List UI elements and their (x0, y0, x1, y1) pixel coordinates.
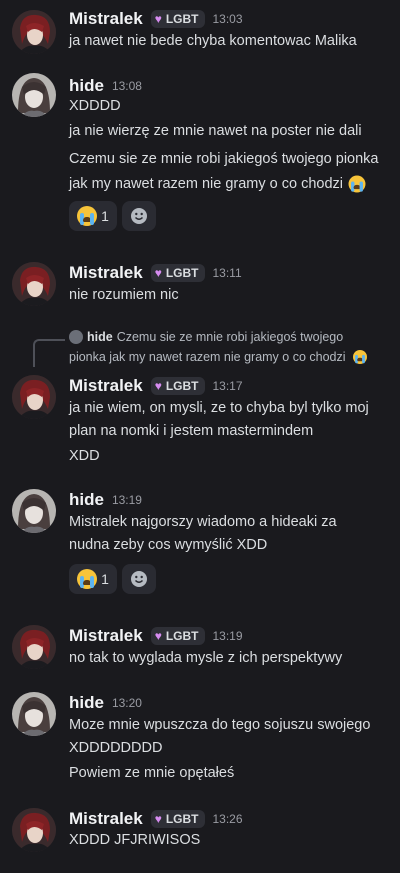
author-name[interactable]: hide (69, 76, 104, 96)
reply-preview-continued: pionka jak my nawet razem nie gramy o co… (69, 347, 370, 367)
heart-icon: ♥ (154, 379, 162, 393)
message-text-part: jak my nawet razem nie gramy o co chodzi (69, 175, 343, 192)
author-name[interactable]: Mistralek (69, 263, 143, 283)
role-tag[interactable]: ♥ LGBT (150, 627, 205, 645)
message-text: XDDDD (69, 98, 121, 114)
reply-avatar (69, 330, 83, 344)
avatar[interactable] (12, 692, 56, 736)
avatar[interactable] (12, 489, 56, 533)
message-text: XDD (69, 448, 100, 464)
message-header: Mistralek ♥ LGBT 13:17 (69, 375, 243, 397)
reaction-count: 1 (101, 571, 109, 587)
role-tag[interactable]: ♥ LGBT (150, 10, 205, 28)
message-text: nudna zeby cos wymyślić XDD (69, 537, 268, 553)
timestamp: 13:11 (212, 266, 242, 280)
avatar[interactable] (12, 808, 56, 852)
message-header: hide 13:20 (69, 692, 142, 714)
avatar[interactable] (12, 73, 56, 117)
add-reaction-icon[interactable] (122, 201, 156, 231)
reaction-count: 1 (101, 208, 109, 224)
message-text: no tak to wyglada mysle z ich perspektyw… (69, 650, 343, 666)
heart-icon: ♥ (154, 266, 162, 280)
loudly-crying-face-icon (77, 569, 98, 589)
role-tag[interactable]: ♥ LGBT (150, 377, 205, 395)
message-header: hide 13:19 (69, 489, 142, 511)
reply-preview[interactable]: hide Czemu sie ze mnie robi jakiegoś two… (69, 330, 343, 344)
author-name[interactable]: Mistralek (69, 626, 143, 646)
timestamp: 13:03 (212, 12, 243, 26)
avatar[interactable] (12, 262, 56, 306)
message-text: ja nawet nie bede chyba komentowac Malik… (69, 33, 357, 49)
message-text: jak my nawet razem nie gramy o co chodzi (69, 174, 367, 194)
timestamp: 13:17 (212, 379, 243, 393)
avatar[interactable] (12, 625, 56, 669)
message-header: Mistralek ♥ LGBT 13:11 (69, 262, 242, 284)
timestamp: 13:19 (212, 629, 243, 643)
message-text: Czemu sie ze mnie robi jakiegoś twojego … (69, 151, 379, 167)
role-tag-label: LGBT (165, 812, 199, 826)
timestamp: 13:26 (212, 812, 243, 826)
role-tag-label: LGBT (165, 266, 199, 280)
role-tag[interactable]: ♥ LGBT (150, 264, 205, 282)
heart-icon: ♥ (154, 12, 162, 26)
role-tag-label: LGBT (165, 379, 199, 393)
heart-icon: ♥ (154, 812, 162, 826)
author-name[interactable]: Mistralek (69, 809, 143, 829)
timestamp: 13:20 (111, 696, 142, 710)
reaction-button[interactable]: 1 (69, 564, 117, 594)
role-tag-label: LGBT (165, 629, 199, 643)
message-text: Powiem ze mnie opętałeś (69, 765, 235, 781)
role-tag[interactable]: ♥ LGBT (150, 810, 205, 828)
author-name[interactable]: Mistralek (69, 9, 143, 29)
timestamp: 13:08 (111, 79, 142, 93)
avatar[interactable] (12, 375, 56, 419)
message-header: Mistralek ♥ LGBT 13:26 (69, 808, 243, 830)
reply-text: pionka jak my nawet razem nie gramy o co… (69, 350, 346, 364)
loudly-crying-face-icon (352, 350, 367, 364)
reply-author: hide (87, 330, 113, 344)
reply-connector (33, 339, 65, 367)
timestamp: 13:19 (111, 493, 142, 507)
message-text: XDDDDDDDD (69, 740, 163, 756)
message-header: hide 13:08 (69, 75, 142, 97)
loudly-crying-face-icon (77, 206, 98, 226)
author-name[interactable]: hide (69, 693, 104, 713)
heart-icon: ♥ (154, 629, 162, 643)
reaction-button[interactable]: 1 (69, 201, 117, 231)
avatar[interactable] (12, 10, 56, 54)
author-name[interactable]: hide (69, 490, 104, 510)
message-text: Mistralek najgorszy wiadomo a hideaki za (69, 514, 337, 530)
message-text: Moze mnie wpuszcza do tego sojuszu swoje… (69, 717, 371, 733)
message-text: XDDD JFJRIWISOS (69, 832, 201, 848)
add-reaction-icon[interactable] (122, 564, 156, 594)
message-text: ja nie wiem, on mysli, ze to chyba byl t… (69, 400, 369, 416)
reply-text: Czemu sie ze mnie robi jakiegoś twojego (116, 330, 344, 344)
message-header: Mistralek ♥ LGBT 13:19 (69, 625, 243, 647)
loudly-crying-face-icon (348, 175, 366, 193)
role-tag-label: LGBT (165, 12, 199, 26)
message-text: ja nie wierzę ze mnie nawet na poster ni… (69, 123, 362, 139)
message-header: Mistralek ♥ LGBT 13:03 (69, 8, 243, 30)
message-text: plan na nomki i jestem mastermindem (69, 423, 314, 439)
author-name[interactable]: Mistralek (69, 376, 143, 396)
message-text: nie rozumiem nic (69, 287, 179, 303)
